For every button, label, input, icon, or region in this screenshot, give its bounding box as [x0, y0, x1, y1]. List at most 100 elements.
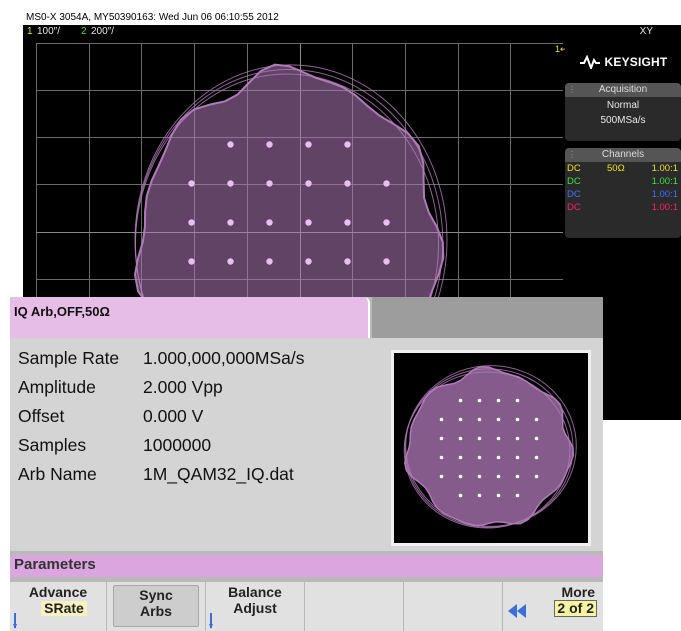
param-sample-rate[interactable]: Sample Rate 1.000,000,000MSa/s	[18, 348, 305, 369]
acquisition-mode: Normal	[606, 100, 640, 111]
constellation-point	[458, 474, 463, 479]
generator-screen: IQ Arb,OFF,50Ω Sample Rate 1.000,000,000M…	[10, 297, 603, 631]
param-value: 1000000	[143, 435, 212, 455]
parameter-display: Sample Rate 1.000,000,000MSa/s Amplitude 2…	[10, 338, 603, 551]
constellation-point	[188, 180, 195, 187]
constellation-point	[188, 258, 195, 265]
constellation-point	[439, 417, 444, 422]
channel-probe: 1.00:1	[651, 189, 678, 200]
empty-softkey[interactable]	[305, 582, 404, 631]
inactive-tab-area	[372, 297, 603, 338]
constellation-point	[305, 258, 312, 265]
channels-header: Channels	[601, 149, 645, 160]
param-offset[interactable]: Offset 0.000 V	[18, 406, 203, 427]
constellation-point	[534, 455, 539, 460]
constellation-point	[515, 455, 520, 460]
constellation-point	[496, 493, 501, 498]
param-samples[interactable]: Samples 1000000	[18, 435, 211, 456]
xy-mode-label[interactable]: XY	[640, 25, 653, 39]
constellation-point	[227, 258, 234, 265]
constellation-point	[515, 493, 520, 498]
constellation-point	[266, 219, 273, 226]
softkey-label: Advance	[28, 584, 88, 600]
constellation-point	[458, 436, 463, 441]
param-label: Offset	[18, 406, 65, 426]
constellation-point	[344, 219, 351, 226]
grip-icon: ⋮	[568, 85, 576, 94]
channel-row: DC 50Ω 1.00:1	[565, 162, 681, 175]
constellation-point	[496, 455, 501, 460]
softkey-selected-value: SRate	[41, 601, 87, 616]
constellation-point	[534, 417, 539, 422]
constellation-point	[477, 398, 482, 403]
constellation-point	[458, 493, 463, 498]
constellation-point	[477, 417, 482, 422]
constellation-point	[439, 455, 444, 460]
constellation-point	[477, 474, 482, 479]
channel-coupling: DC	[567, 202, 581, 213]
constellation-point	[188, 219, 195, 226]
ch1-scale[interactable]: 100″/	[37, 25, 60, 39]
param-arb-name[interactable]: Arb Name 1M_QAM32_IQ.dat	[18, 464, 294, 485]
constellation-point	[227, 141, 234, 148]
param-label: Amplitude	[18, 377, 96, 397]
grip-icon: ⋮	[568, 150, 576, 159]
constellation-point	[266, 258, 273, 265]
ch1-number[interactable]: 1	[27, 25, 33, 39]
constellation-point	[477, 455, 482, 460]
softkey-label: Arbs	[140, 603, 172, 619]
channel-row: DC 1.00:1	[565, 201, 681, 214]
channel-impedance: 50Ω	[607, 163, 625, 174]
advance-softkey[interactable]: Advance SRate	[10, 582, 107, 631]
constellation-point	[266, 141, 273, 148]
constellation-point	[534, 474, 539, 479]
double-left-arrow-icon	[508, 604, 526, 618]
constellation-point	[383, 219, 390, 226]
sync-arbs-softkey[interactable]: Sync Arbs	[107, 582, 206, 631]
ch2-number[interactable]: 2	[81, 25, 87, 39]
constellation-point	[496, 436, 501, 441]
constellation-preview	[403, 365, 577, 529]
page-indicator: 2 of 2	[554, 600, 597, 617]
constellation-point	[515, 474, 520, 479]
param-label: Samples	[18, 435, 87, 455]
softkey-label: Balance	[228, 584, 282, 600]
empty-softkey[interactable]	[404, 582, 503, 631]
ch2-scale[interactable]: 200″/	[91, 25, 114, 39]
constellation-point	[477, 436, 482, 441]
constellation-point	[266, 180, 273, 187]
param-amplitude[interactable]: Amplitude 2.000 Vpp	[18, 377, 223, 398]
constellation-point	[344, 180, 351, 187]
channel-coupling: DC	[567, 189, 581, 200]
constellation-point	[227, 180, 234, 187]
constellation-point	[305, 141, 312, 148]
constellation-point	[344, 141, 351, 148]
parameters-title: Parameters	[14, 556, 96, 573]
keysight-wave-icon	[579, 55, 600, 69]
channel-row: DC 1.00:1	[565, 175, 681, 188]
channel-tab[interactable]: IQ Arb,OFF,50Ω	[10, 297, 370, 338]
acquisition-header: Acquisition	[598, 84, 648, 95]
constellation-point	[477, 493, 482, 498]
channels-panel[interactable]: ⋮ Channels DC 50Ω 1.00:1 DC 1.00:1 DC 1.0…	[565, 148, 681, 238]
param-label: Sample Rate	[18, 348, 120, 368]
param-value: 1.000,000,000MSa/s	[143, 348, 305, 368]
constellation-point	[496, 474, 501, 479]
brand-logo: KEYSIGHT	[565, 43, 681, 81]
constellation-point	[515, 398, 520, 403]
channel-coupling: DC	[567, 176, 581, 187]
param-value: 0.000 V	[143, 406, 204, 426]
param-value: 1M_QAM32_IQ.dat	[143, 464, 294, 484]
scope-side-panel: KEYSIGHT ⋮ Acquisition Normal 500MSa/s ⋮ C…	[565, 43, 681, 239]
constellation-point	[458, 455, 463, 460]
parameters-bar: Parameters	[10, 555, 603, 577]
balance-adjust-softkey[interactable]: Balance Adjust	[206, 582, 305, 631]
softkey-label: Adjust	[233, 600, 277, 616]
constellation-point	[344, 258, 351, 265]
constellation-point	[515, 417, 520, 422]
waveform-preview	[391, 350, 591, 546]
softkey-label: More	[561, 584, 595, 600]
more-softkey[interactable]: More 2 of 2	[503, 582, 603, 631]
acquisition-panel[interactable]: ⋮ Acquisition Normal 500MSa/s	[565, 83, 681, 141]
brand-name: KEYSIGHT	[604, 55, 668, 69]
